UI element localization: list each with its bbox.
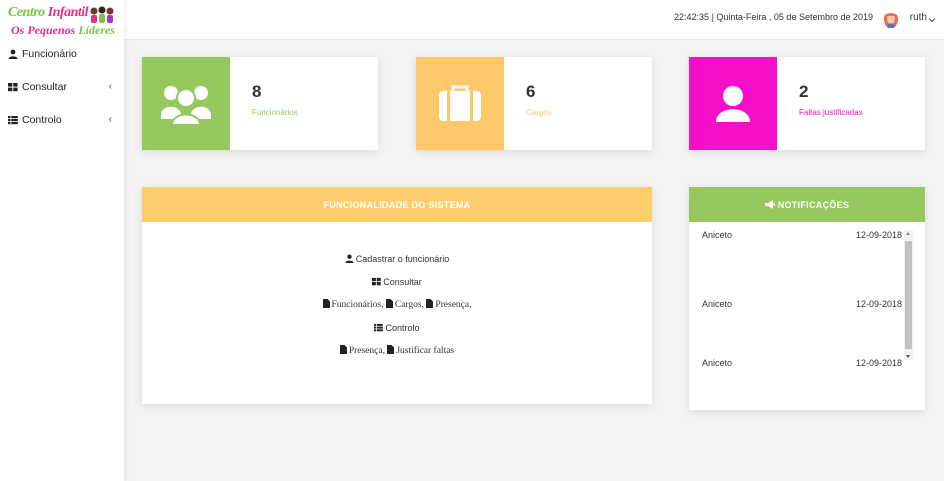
link-presenca[interactable]: Presença, <box>426 299 472 310</box>
sidebar-item-consultar[interactable]: Consultar ‹ <box>0 76 124 98</box>
sidebar-item-funcionario[interactable]: Funcionário <box>0 43 124 65</box>
scrollbar-thumb[interactable] <box>905 241 912 349</box>
list-item[interactable]: Aniceto 12-09-2018 <box>702 230 902 244</box>
scrollbar[interactable] <box>904 230 913 360</box>
kids-logo-icon <box>90 6 114 23</box>
stat-icon-box <box>142 57 230 150</box>
notificacoes-panel: NOTIFICAÇÕES Aniceto 12-09-2018 Aniceto … <box>689 187 925 410</box>
file-icon <box>385 299 393 308</box>
sidebar-item-label: Consultar <box>22 81 67 93</box>
sidebar: Centro Infantil Os Pequenos Líderes Func… <box>0 0 124 481</box>
list-item[interactable]: Aniceto 12-09-2018 <box>702 358 902 372</box>
file-icon <box>339 345 347 354</box>
chevron-down-icon[interactable] <box>928 16 936 24</box>
briefcase-icon <box>439 85 481 121</box>
func-controlo[interactable]: Controlo <box>142 320 652 343</box>
chevron-left-icon[interactable]: ‹ <box>109 114 112 125</box>
sidebar-item-label: Controlo <box>22 114 62 126</box>
logo[interactable]: Centro Infantil Os Pequenos Líderes <box>5 3 115 39</box>
func-list: Cadastrar o funcionário Consultar Funcio… <box>142 222 652 366</box>
list-item[interactable]: Aniceto 12-09-2018 <box>702 299 902 313</box>
notification-date: 12-09-2018 <box>855 358 902 368</box>
stat-label: Faltas justificadas <box>799 108 863 117</box>
user-icon <box>345 254 354 263</box>
bullhorn-icon <box>764 200 775 209</box>
notifications-list[interactable]: Aniceto 12-09-2018 Aniceto 12-09-2018 An… <box>689 222 925 410</box>
notification-name: Aniceto <box>702 230 733 240</box>
file-icon <box>387 345 395 354</box>
stat-label: Cargos <box>526 108 552 117</box>
stat-card-faltas[interactable]: 2 Faltas justificadas <box>689 57 925 150</box>
link-cargos[interactable]: Cargos, <box>385 299 424 310</box>
notification-name: Aniceto <box>702 299 733 309</box>
link-funcionarios[interactable]: Funcionários, <box>322 299 383 310</box>
func-consultar[interactable]: Consultar <box>142 274 652 297</box>
users-icon <box>161 85 211 126</box>
scroll-down-icon[interactable] <box>906 355 910 358</box>
stat-icon-box <box>689 57 777 150</box>
link-presenca-controlo[interactable]: Presença, <box>339 345 385 356</box>
func-consultar-items: Funcionários, Cargos, Presença, <box>142 297 652 320</box>
notification-date: 12-09-2018 <box>855 299 902 309</box>
list-icon <box>374 323 384 332</box>
chevron-left-icon[interactable]: ‹ <box>109 81 112 92</box>
datetime-display: 22:42:35 | Quinta-Feira , 05 de Setembro… <box>674 12 873 22</box>
scroll-up-icon[interactable] <box>906 232 910 235</box>
notification-date: 12-09-2018 <box>855 230 902 240</box>
stat-value: 2 <box>799 82 809 101</box>
sidebar-item-label: Funcionário <box>22 48 77 60</box>
func-controlo-items: Presença, Justificar faltas <box>142 343 652 366</box>
notification-name: Aniceto <box>702 358 733 368</box>
user-icon <box>8 49 18 59</box>
stat-value: 6 <box>526 82 536 101</box>
user-name[interactable]: ruth <box>910 12 927 23</box>
link-justificar-faltas[interactable]: Justificar faltas <box>387 345 454 356</box>
panel-title: FUNCIONALIDADE DO SISTEMA <box>142 187 652 222</box>
funcionalidade-panel: FUNCIONALIDADE DO SISTEMA Cadastrar o fu… <box>142 187 652 404</box>
stat-card-funcionarios[interactable]: 8 Funcionários <box>142 57 378 150</box>
file-icon <box>426 299 434 308</box>
top-bar: 22:42:35 | Quinta-Feira , 05 de Setembro… <box>124 0 944 40</box>
panel-title: NOTIFICAÇÕES <box>689 187 925 222</box>
file-icon <box>322 299 330 308</box>
stat-card-cargos[interactable]: 6 Cargos <box>416 57 652 150</box>
grid-icon <box>372 277 381 286</box>
user-icon <box>716 85 750 122</box>
stat-icon-box <box>416 57 504 150</box>
grid-icon <box>8 83 18 92</box>
stat-label: Funcionários <box>252 108 298 117</box>
stat-value: 8 <box>252 82 262 101</box>
func-cadastrar[interactable]: Cadastrar o funcionário <box>142 251 652 274</box>
user-avatar[interactable] <box>882 11 900 29</box>
sidebar-item-controlo[interactable]: Controlo ‹ <box>0 109 124 131</box>
list-icon <box>8 116 18 125</box>
